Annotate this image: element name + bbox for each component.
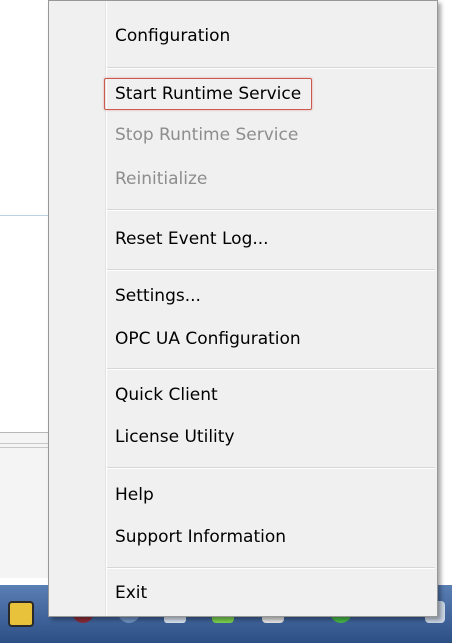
menu-item-exit[interactable]: Exit	[115, 578, 147, 608]
menu-separator	[107, 567, 435, 569]
menu-item-opc-ua-configuration[interactable]: OPC UA Configuration	[115, 324, 301, 354]
menu-separator	[107, 368, 435, 370]
menu-item-start-runtime-service[interactable]: Start Runtime Service	[104, 78, 313, 110]
background-window-edge	[0, 215, 48, 216]
menu-item-help[interactable]: Help	[115, 480, 154, 510]
menu-item-configuration[interactable]: Configuration	[115, 21, 230, 51]
menu-item-stop-runtime-service[interactable]: Stop Runtime Service	[115, 120, 298, 150]
menu-separator	[107, 67, 435, 69]
menu-separator	[107, 269, 435, 271]
menu-item-quick-client[interactable]: Quick Client	[115, 380, 218, 410]
menu-item-reinitialize[interactable]: Reinitialize	[115, 164, 207, 194]
menu-item-support-information[interactable]: Support Information	[115, 522, 286, 552]
menu-item-settings[interactable]: Settings...	[115, 281, 201, 311]
menu-separator	[107, 467, 435, 469]
kepserver-tray-icon[interactable]	[8, 601, 34, 627]
menu-item-license-utility[interactable]: License Utility	[115, 422, 235, 452]
menu-separator	[107, 209, 435, 211]
tray-context-menu: Configuration Start Runtime Service Stop…	[48, 0, 438, 617]
menu-item-reset-event-log[interactable]: Reset Event Log...	[115, 224, 269, 254]
